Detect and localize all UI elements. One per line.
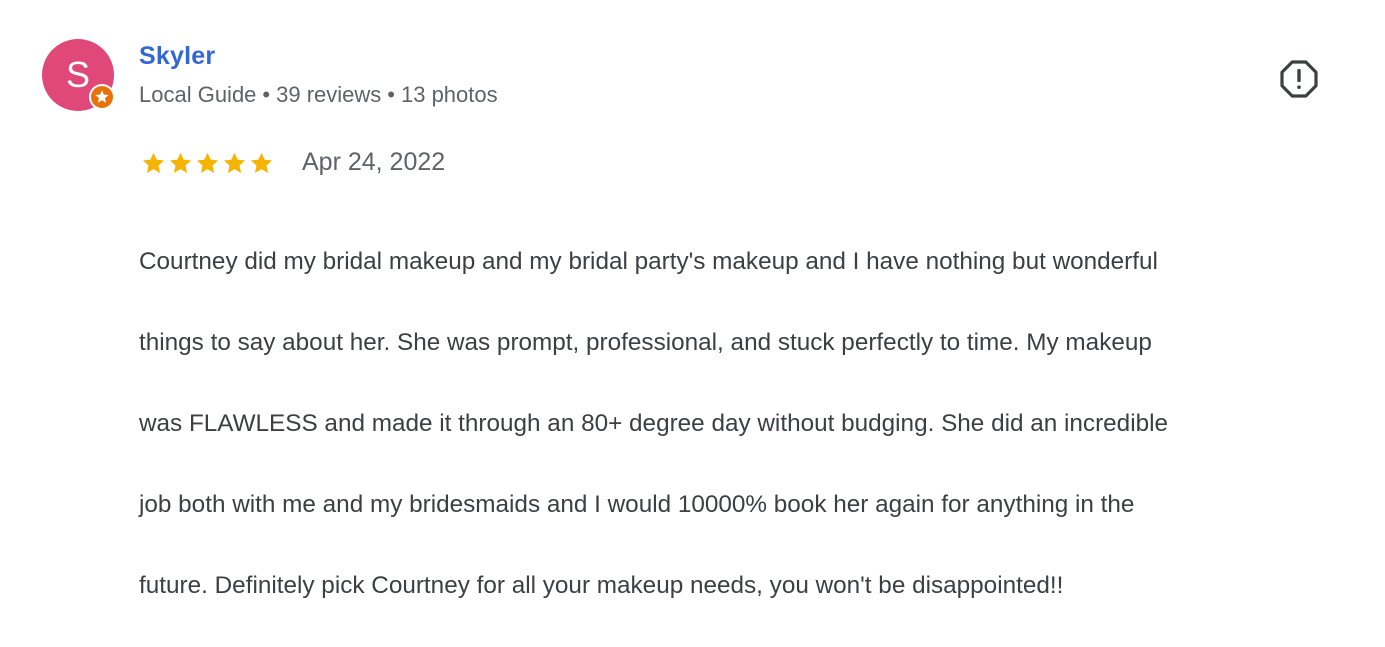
review-text-line: was FLAWLESS and made it through an 80+ … xyxy=(139,409,1169,437)
review-text-line: future. Definitely pick Courtney for all… xyxy=(139,571,1064,599)
review-date: Apr 24, 2022 xyxy=(302,148,446,176)
star-icon xyxy=(250,152,273,173)
photo-count: 13 photos xyxy=(400,82,498,107)
review-text-line: things to say about her. She was prompt,… xyxy=(139,328,1152,356)
review-text-line: Courtney did my bridal makeup and my bri… xyxy=(139,247,1158,275)
star-icon xyxy=(142,152,165,173)
reviewer-meta: Local Guide • 39 reviews • 13 photos xyxy=(139,82,498,108)
review-text: Courtney did my bridal makeup and my bri… xyxy=(139,201,1359,647)
review-count: 39 reviews xyxy=(276,82,382,107)
review-text-line: job both with me and my bridesmaids and … xyxy=(139,490,1135,518)
meta-separator: • xyxy=(387,82,395,107)
star-icon xyxy=(223,152,246,173)
reviewer-name[interactable]: Skyler xyxy=(139,42,215,71)
review-card: S Skyler Local Guide • 39 reviews • 13 photo… xyxy=(0,0,1385,599)
report-button[interactable] xyxy=(1278,58,1320,100)
report-flag-icon xyxy=(1280,60,1318,98)
star-icon xyxy=(169,152,192,173)
local-guide-label: Local Guide xyxy=(139,82,257,107)
star-icon xyxy=(196,152,219,173)
star-rating xyxy=(140,149,275,177)
meta-separator: • xyxy=(262,82,271,107)
local-guide-star-icon xyxy=(91,86,113,108)
local-guide-badge xyxy=(89,84,115,110)
avatar[interactable]: S xyxy=(42,39,115,111)
